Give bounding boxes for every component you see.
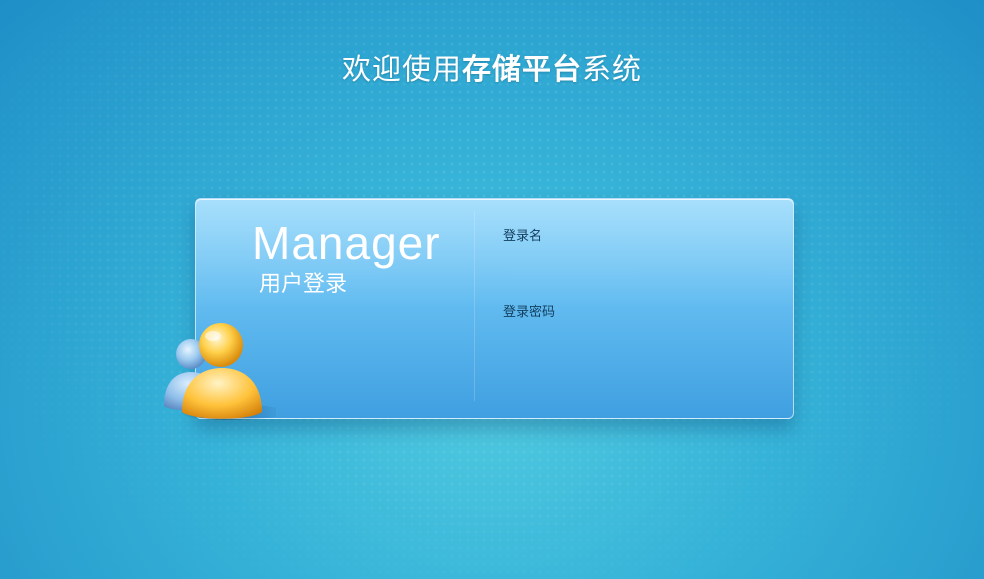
username-input[interactable]: [503, 243, 751, 269]
users-icon: [164, 323, 276, 420]
panel-divider: [474, 211, 475, 401]
page-title: 欢迎使用存储平台系统: [0, 46, 984, 88]
user-login-subheading: 用户登录: [259, 272, 348, 297]
page-title-suffix: 系统: [582, 52, 643, 86]
username-label: 登录名: [503, 229, 543, 244]
manager-heading: Manager: [252, 217, 441, 269]
password-label: 登录密码: [503, 305, 556, 320]
page-title-prefix: 欢迎使用: [341, 52, 462, 86]
login-panel: Manager 用户登录 登录名 登录密码: [195, 198, 794, 419]
password-input[interactable]: [503, 319, 751, 345]
users-icon-highlight: [205, 331, 221, 341]
page-title-brand: 存储平台: [461, 52, 582, 86]
users-icon-front-head: [199, 323, 243, 367]
